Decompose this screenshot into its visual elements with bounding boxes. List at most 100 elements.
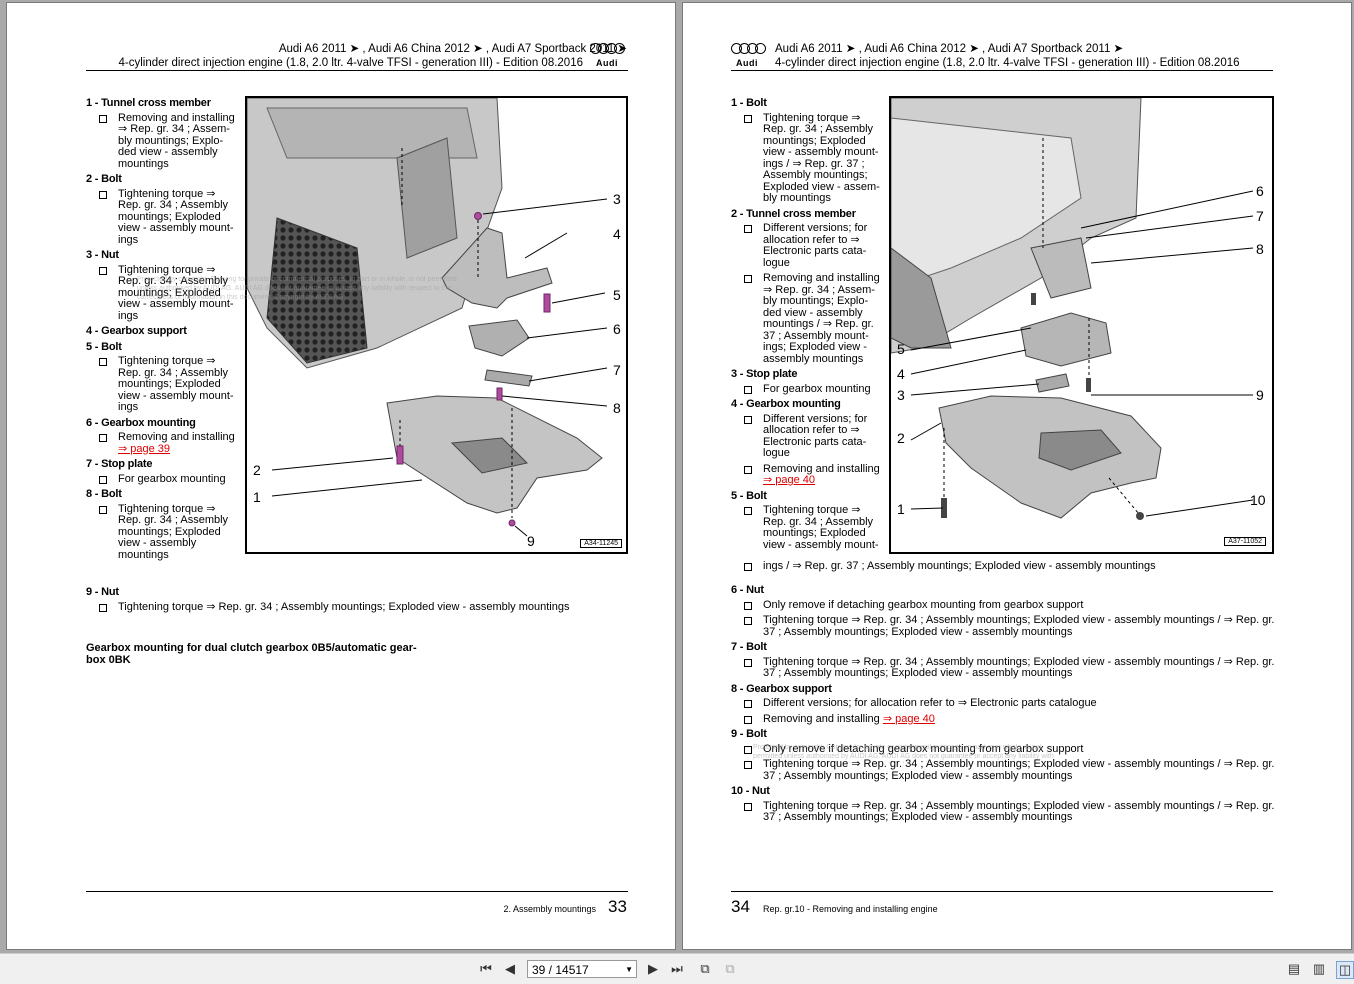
callout-8: 8 <box>1256 241 1264 257</box>
page-number-field[interactable]: 39 / 14517 ▼ <box>527 960 637 978</box>
item-detail: Tightening torque ⇒ Rep. gr. 34 ; Assembl… <box>86 188 246 247</box>
detail-line: logue <box>763 447 790 459</box>
item-title: 5 - Bolt <box>731 489 767 502</box>
figure-id: A34-11245 <box>580 539 622 548</box>
item-title: 9 - Nut <box>86 586 119 598</box>
item-detail: Tightening torque ⇒ Rep. gr. 34 ; Assembl… <box>86 355 246 414</box>
callout-3: 3 <box>897 387 905 403</box>
detail-line: For gearbox mounting <box>763 382 871 395</box>
prev-page-icon[interactable]: ◀ <box>502 961 518 977</box>
detail-text: Tightening torque ⇒ Rep. gr. 34 ; Assemb… <box>763 614 1275 638</box>
list-item: 10 - Nut Tightening torque ⇒ Rep. gr. 34 … <box>731 785 1276 824</box>
page-number-value: 39 / 14517 <box>532 963 589 977</box>
detail-line: ings <box>118 233 139 246</box>
header-models: Audi A6 2011 ➤ , Audi A6 China 2012 ➤ , … <box>278 43 627 55</box>
detail-line: Electronic parts cata- <box>763 435 867 448</box>
callout-5: 5 <box>613 287 621 303</box>
page-link[interactable]: ⇒ page 40 <box>883 713 935 725</box>
detail-text: Tightening torque ⇒ Rep. gr. 34 ; Assemb… <box>763 799 1275 823</box>
continuous-icon[interactable]: ⧉ <box>722 961 738 977</box>
exploded-view-figure-left: 3 4 5 6 7 8 2 1 9 A34-11245 <box>245 96 628 554</box>
list-item: 6 - Nut Only remove if detaching gearbox … <box>731 584 1276 638</box>
figure-id: A37-11052 <box>1224 537 1266 546</box>
detail-line: view - assembly mountings <box>118 537 197 561</box>
item-detail: Tightening torque ⇒ Rep. gr. 34 ; Assembl… <box>731 504 889 551</box>
detail-line: view - assembly mount- <box>763 146 879 158</box>
item-detail: Tightening torque ⇒ Rep. gr. 34 ; Assembl… <box>86 502 246 562</box>
rotate-icon[interactable]: ⧉ <box>697 961 713 977</box>
item-detail: Different versions; for allocation refer … <box>731 222 889 269</box>
item-title: 1 - Tunnel cross member <box>86 97 211 109</box>
detail-line: mountings <box>118 157 169 170</box>
callout-4: 4 <box>897 366 905 382</box>
detail-line: allocation refer to ⇒ <box>763 424 860 436</box>
callout-8: 8 <box>613 400 621 416</box>
callout-5: 5 <box>897 341 905 357</box>
right-item-list: 1 - Bolt Tightening torque ⇒ Rep. gr. 34 ;… <box>731 97 889 555</box>
list-item: 8 - Bolt Tightening torque ⇒ Rep. gr. 34 ;… <box>86 488 246 562</box>
callout-6: 6 <box>1256 183 1264 199</box>
detail-line: Assembly mountings; <box>763 169 868 181</box>
copyright-watermark: Protected by copyright. Copying for priv… <box>753 744 1054 763</box>
footer-rule <box>731 891 1273 892</box>
detail-line: For gearbox mounting <box>118 472 226 485</box>
item-detail: Tightening torque ⇒ Rep. gr. 34 ; Assembl… <box>731 112 889 205</box>
footer-rule <box>86 891 628 892</box>
right-wide-item-list: 6 - Nut Only remove if detaching gearbox … <box>731 584 1276 828</box>
detail-line: Different versions; for <box>763 222 868 234</box>
right-item-5-tail: ings / ⇒ Rep. gr. 37 ; Assembly mounting… <box>731 558 1276 577</box>
callout-6: 6 <box>613 321 621 337</box>
detail-line: ings <box>118 309 139 322</box>
item-detail: Removing and installing ⇒ page 40 <box>731 463 889 487</box>
detail-line: Tightening torque ⇒ <box>118 502 216 515</box>
footer-section: 2. Assembly mountings <box>503 904 596 914</box>
page-link[interactable]: ⇒ page 39 <box>118 443 170 455</box>
detail-line: bly mountings; Explo- <box>118 134 224 147</box>
detail-line: Tightening torque ⇒ <box>118 355 216 367</box>
item-detail: Different versions; for allocation refer… <box>731 697 1276 710</box>
section-heading-line-2: box 0BK <box>86 654 131 666</box>
item-title: 2 - Bolt <box>86 173 122 185</box>
detail-text: Tightening torque ⇒ Rep. gr. 34 ; Assemb… <box>763 655 1275 679</box>
audi-brand-label: Audi <box>596 58 618 68</box>
callout-7: 7 <box>613 362 621 378</box>
detail-line: mountings; Exploded <box>118 210 221 223</box>
list-item: 2 - Bolt Tightening torque ⇒ Rep. gr. 34 ;… <box>86 173 246 247</box>
exploded-view-figure-right: 6 7 8 5 4 3 9 2 1 10 A37-11052 <box>889 96 1274 554</box>
item-title: 3 - Stop plate <box>731 368 798 380</box>
detail-line: ⇒ Rep. gr. 34 ; Assem- <box>763 283 875 296</box>
two-page-view-icon[interactable]: ◫ <box>1336 961 1354 979</box>
item-title: 4 - Gearbox mounting <box>731 398 841 410</box>
section-heading-line-1: Gearbox mounting for dual clutch gearbox… <box>86 642 417 654</box>
item-detail: For gearbox mounting <box>86 472 246 486</box>
detail-line: view - assembly mount- <box>763 538 879 551</box>
last-page-icon[interactable]: ⏭ <box>669 961 685 977</box>
callout-2: 2 <box>253 462 261 478</box>
list-item: 1 - Bolt Tightening torque ⇒ Rep. gr. 34 ;… <box>731 97 889 205</box>
detail-line: Rep. gr. 34 ; Assembly <box>118 366 229 379</box>
left-item-9: 9 - Nut Tightening torque ⇒ Rep. gr. 34 … <box>86 586 626 617</box>
item-title: 5 - Bolt <box>86 340 122 353</box>
dropdown-icon[interactable]: ▼ <box>625 961 633 979</box>
detail-line: ings <box>118 401 139 413</box>
list-item: 5 - Bolt Tightening torque ⇒ Rep. gr. 34 ;… <box>86 340 246 414</box>
detail-line: view - assembly mount- <box>118 389 234 402</box>
list-item: 4 - Gearbox support <box>86 325 246 338</box>
detail-line: mountings / ⇒ Rep. gr. <box>763 318 874 330</box>
single-page-view-icon[interactable]: ▤ <box>1286 961 1302 977</box>
detail-line: ings / ⇒ Rep. gr. 37 ; <box>763 157 865 170</box>
item-detail: Tightening torque ⇒ Rep. gr. 34 ; Assemb… <box>731 655 1276 680</box>
first-page-icon[interactable]: ⏮ <box>478 961 494 977</box>
detail-text: Only remove if detaching gearbox mountin… <box>763 598 1084 611</box>
header-subtitle: 4-cylinder direct injection engine (1.8,… <box>118 57 583 69</box>
header-rule <box>731 70 1273 71</box>
list-item: 5 - Bolt Tightening torque ⇒ Rep. gr. 34 ;… <box>731 489 889 552</box>
viewer-toolbar: ⏮ ◀ 39 / 14517 ▼ ▶ ⏭ ⧉ ⧉ ▤ ▥ ◫ <box>0 953 1354 984</box>
footer-page-number: 33 <box>608 897 627 916</box>
next-page-icon[interactable]: ▶ <box>645 961 661 977</box>
page-link[interactable]: ⇒ page 40 <box>763 474 815 486</box>
header-subtitle: 4-cylinder direct injection engine (1.8,… <box>775 57 1240 69</box>
detail-line: Removing and installing ⇒ Rep. gr. 34 ; … <box>118 111 235 135</box>
continuous-view-icon[interactable]: ▥ <box>1311 961 1327 977</box>
detail-line: Different versions; for <box>763 412 868 425</box>
